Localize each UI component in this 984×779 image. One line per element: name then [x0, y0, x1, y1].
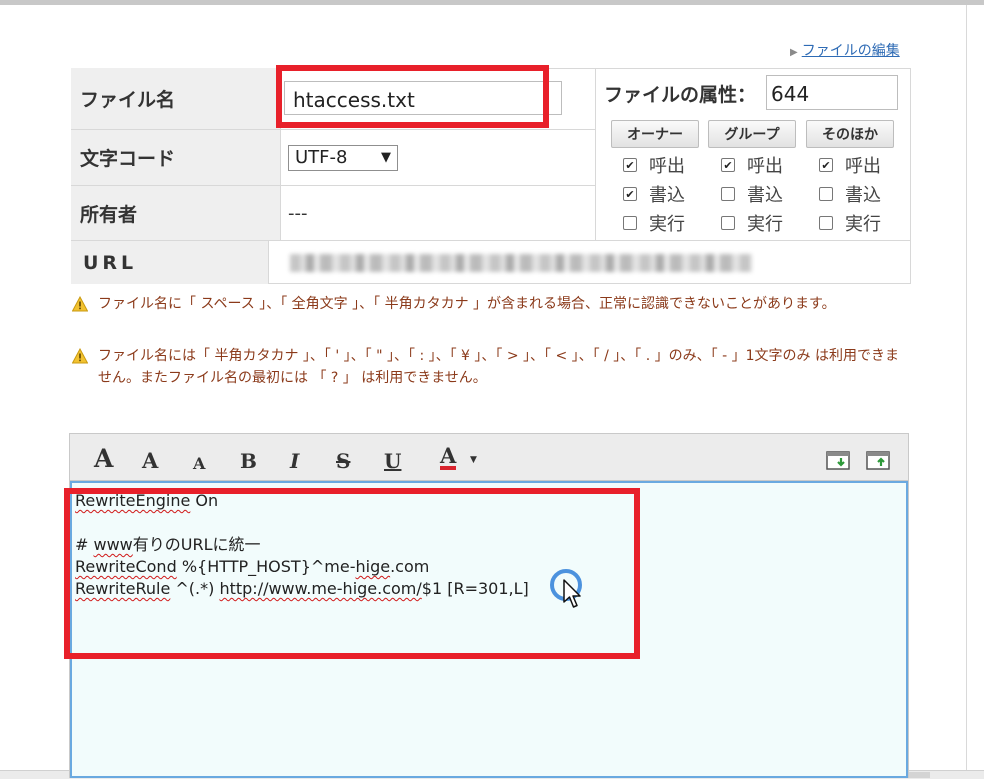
other-read-checkbox[interactable]: ✔ 呼出 [819, 152, 881, 178]
checkbox-empty-icon[interactable] [819, 216, 833, 230]
edit-file-link-label[interactable]: ファイルの編集 [802, 43, 900, 59]
checkbox-checked-icon[interactable]: ✔ [623, 187, 637, 201]
perm-label: 実行 [747, 214, 783, 235]
attribute-input[interactable]: 644 [766, 75, 898, 110]
edit-file-link[interactable]: ▶ ファイルの編集 [790, 40, 900, 60]
caret-down-icon[interactable]: ▼ [470, 455, 477, 465]
font-size-large-button[interactable]: A [94, 446, 113, 471]
window-top-border [0, 0, 984, 5]
perm-label: 実行 [649, 214, 685, 235]
warning-2: ファイル名には「 半角カタカナ 」、「 ' 」、「 " 」、「 : 」、「 ¥ … [72, 345, 910, 389]
other-group-button[interactable]: そのほか [806, 120, 894, 148]
checkbox-checked-icon[interactable]: ✔ [819, 158, 833, 172]
checkbox-empty-icon[interactable] [721, 187, 735, 201]
checkbox-empty-icon[interactable] [623, 216, 637, 230]
group-exec-checkbox[interactable]: 実行 [721, 210, 783, 236]
bold-button[interactable]: B [240, 449, 257, 473]
font-size-small-button[interactable]: A [193, 452, 205, 476]
perm-label: 書込 [747, 185, 783, 206]
other-write-checkbox[interactable]: 書込 [819, 181, 881, 207]
perm-label: 呼出 [747, 156, 783, 177]
font-size-medium-button[interactable]: A [142, 449, 158, 473]
upload-window-icon[interactable] [866, 449, 892, 473]
url-value-blurred [290, 254, 752, 272]
warning-1: ファイル名に「 スペース 」、「 全角文字 」、「 半角カタカナ 」が含まれる場… [72, 293, 910, 315]
file-name-label: ファイル名 [71, 68, 281, 130]
perm-label: 書込 [845, 185, 881, 206]
mouse-pointer-icon [563, 579, 581, 608]
group-group-button[interactable]: グループ [708, 120, 796, 148]
warning-text: ファイル名には「 半角カタカナ 」、「 ' 」、「 " 」、「 : 」、「 ¥ … [98, 348, 899, 386]
underline-button[interactable]: U [384, 449, 401, 473]
attribute-label: ファイルの属性： [604, 84, 757, 106]
warning-icon [72, 348, 88, 364]
italic-button[interactable]: I [290, 449, 299, 473]
other-exec-checkbox[interactable]: 実行 [819, 210, 881, 236]
perm-label: 実行 [845, 214, 881, 235]
group-write-checkbox[interactable]: 書込 [721, 181, 783, 207]
encoding-select[interactable]: UTF-8 ▼ [288, 144, 398, 171]
owner-exec-checkbox[interactable]: 実行 [623, 210, 685, 236]
owner-label: 所有者 [71, 186, 281, 241]
checkbox-checked-icon[interactable]: ✔ [721, 158, 735, 172]
owner-group-button[interactable]: オーナー [611, 120, 699, 148]
owner-write-checkbox[interactable]: ✔ 書込 [623, 181, 685, 207]
checkbox-checked-icon[interactable]: ✔ [623, 158, 637, 172]
owner-value: --- [288, 203, 308, 224]
owner-read-checkbox[interactable]: ✔ 呼出 [623, 152, 685, 178]
warning-icon [72, 296, 88, 312]
perm-label: 呼出 [845, 156, 881, 177]
chevron-down-icon: ▼ [381, 150, 391, 165]
strikethrough-button[interactable]: S [336, 449, 350, 473]
url-label: URL [71, 241, 269, 284]
vertical-scrollbar[interactable] [966, 5, 967, 778]
group-read-checkbox[interactable]: ✔ 呼出 [721, 152, 783, 178]
highlight-filename [276, 65, 549, 128]
encoding-label: 文字コード [71, 130, 281, 186]
checkbox-empty-icon[interactable] [721, 216, 735, 230]
perm-label: 呼出 [649, 156, 685, 177]
encoding-select-value: UTF-8 [295, 147, 348, 168]
owner-cell: --- [281, 186, 595, 241]
warning-text: ファイル名に「 スペース 」、「 全角文字 」、「 半角カタカナ 」が含まれる場… [98, 296, 836, 312]
encoding-cell: UTF-8 ▼ [281, 130, 595, 186]
download-window-icon[interactable] [826, 449, 852, 473]
text-color-button[interactable]: A [440, 445, 457, 470]
perm-label: 書込 [649, 185, 685, 206]
checkbox-empty-icon[interactable] [819, 187, 833, 201]
arrow-right-icon: ▶ [790, 47, 798, 58]
